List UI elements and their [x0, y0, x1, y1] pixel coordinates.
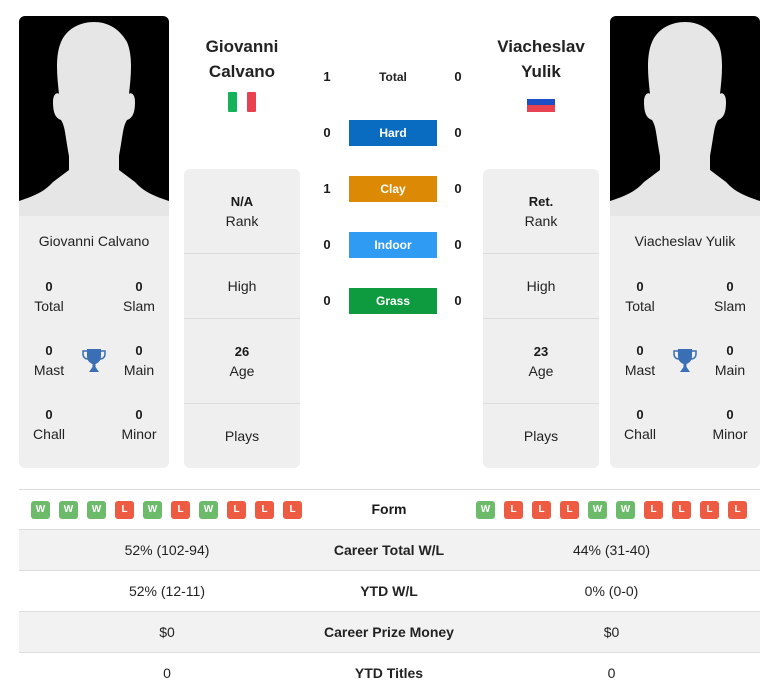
h2h-row-hard: 0 Hard 0: [315, 120, 475, 146]
player2-h2h-hard: 0: [454, 125, 462, 140]
player2-h2h-grass: 0: [454, 293, 462, 308]
form-win-badge[interactable]: W: [199, 501, 218, 519]
form-loss-badge[interactable]: L: [283, 501, 302, 519]
form-loss-badge[interactable]: L: [504, 501, 523, 519]
player2-name-link[interactable]: Viacheslav Yulik: [476, 34, 606, 84]
player1-full-name: Giovanni Calvano: [38, 233, 150, 249]
player2-high: High: [483, 254, 599, 319]
player2-stat-value: 44% (31-40): [572, 542, 651, 558]
player2-age: 23 Age: [483, 319, 599, 404]
player1-stat-value: 52% (12-11): [128, 583, 205, 599]
player1-titles-total: 0 Total: [34, 279, 64, 314]
silhouette-icon: [610, 22, 760, 216]
player2-rank: Ret. Rank: [483, 169, 599, 254]
h2h-row-indoor: 0 Indoor 0: [315, 232, 475, 258]
player2-titles-minor: 0 Minor: [712, 407, 748, 442]
player2-titles-total: 0 Total: [625, 279, 655, 314]
surface-total-label: Total: [379, 70, 407, 84]
form-loss-badge[interactable]: L: [115, 501, 134, 519]
russia-flag-icon: [527, 97, 555, 112]
player2-h2h-clay: 0: [454, 181, 462, 196]
form-win-badge[interactable]: W: [476, 501, 495, 519]
stat-row-ytd-wl: 52% (12-11) YTD W/L 0% (0-0): [19, 571, 760, 612]
player1-rank: N/A Rank: [184, 169, 300, 254]
player2-plays: Plays: [523, 428, 559, 444]
player1-h2h-clay: 1: [323, 181, 331, 196]
surface-grass-label[interactable]: Grass: [349, 288, 437, 314]
player2-h2h-indoor: 0: [454, 237, 462, 252]
form-label: Form: [371, 501, 407, 517]
player1-name-link[interactable]: Giovanni Calvano: [177, 34, 307, 84]
silhouette-icon: [19, 22, 169, 216]
surface-indoor-label[interactable]: Indoor: [349, 232, 437, 258]
player1-plays: Plays: [224, 428, 260, 444]
player1-titles-mast: 0 Mast: [33, 343, 65, 378]
form-loss-badge[interactable]: L: [255, 501, 274, 519]
form-loss-badge[interactable]: L: [560, 501, 579, 519]
surface-clay-label[interactable]: Clay: [349, 176, 437, 202]
stat-label: YTD W/L: [360, 583, 418, 599]
player1-stat-value: 52% (102-94): [124, 542, 210, 558]
form-loss-badge[interactable]: L: [227, 501, 246, 519]
player1-age: 26 Age: [184, 319, 300, 404]
player2-titles-chall: 0 Chall: [624, 407, 656, 442]
player1-h2h-grass: 0: [323, 293, 331, 308]
player2-titles-main: 0 Main: [714, 343, 746, 378]
form-loss-badge[interactable]: L: [700, 501, 719, 519]
form-win-badge[interactable]: W: [588, 501, 607, 519]
stat-row-career-prize-money: $0 Career Prize Money $0: [19, 612, 760, 653]
player2-photo: [610, 16, 760, 216]
form-loss-badge[interactable]: L: [672, 501, 691, 519]
player1-card: Giovanni Calvano 0 Total 0 Slam 0 Mast 0…: [19, 16, 169, 468]
player2-titles-mast: 0 Mast: [624, 343, 656, 378]
player2-h2h-total: 0: [454, 69, 462, 84]
form-win-badge[interactable]: W: [59, 501, 78, 519]
form-loss-badge[interactable]: L: [644, 501, 663, 519]
player1-titles-slam: 0 Slam: [123, 279, 155, 314]
player1-titles-minor: 0 Minor: [121, 407, 157, 442]
trophy-icon: [673, 349, 697, 372]
stat-label: Career Total W/L: [333, 542, 445, 558]
player2-full-name: Viacheslav Yulik: [634, 233, 736, 249]
player2-stat-value: 0: [607, 665, 616, 681]
trophy-icon: [82, 349, 106, 372]
stat-label: Career Prize Money: [324, 624, 454, 640]
player1-titles-main: 0 Main: [123, 343, 155, 378]
player2-stat-value: 0% (0-0): [584, 583, 639, 599]
player1-high: High: [184, 254, 300, 319]
player2-stat-value: $0: [603, 624, 620, 640]
form-loss-badge[interactable]: L: [728, 501, 747, 519]
player1-stat-value: 0: [163, 665, 171, 681]
player1-h2h-total: 1: [323, 69, 331, 84]
h2h-row-clay: 1 Clay 0: [315, 176, 475, 202]
player1-stat-value: $0: [159, 624, 175, 640]
form-win-badge[interactable]: W: [616, 501, 635, 519]
form-win-badge[interactable]: W: [87, 501, 106, 519]
player1-photo: [19, 16, 169, 216]
player2-titles-slam: 0 Slam: [714, 279, 746, 314]
surface-hard-label[interactable]: Hard: [349, 120, 437, 146]
player2-info: Ret. Rank High 23 Age Plays: [483, 169, 599, 468]
player1-info: N/A Rank High 26 Age Plays: [184, 169, 300, 468]
stat-label: YTD Titles: [354, 665, 424, 681]
italy-flag-icon: [228, 92, 256, 112]
form-row: WWWLWLWLLL Form WLLLWWLLLL: [19, 490, 760, 529]
player2-card: Viacheslav Yulik 0 Total 0 Slam 0 Mast 0…: [610, 16, 760, 468]
form-win-badge[interactable]: W: [143, 501, 162, 519]
h2h-row-grass: 0 Grass 0: [315, 288, 475, 314]
form-win-badge[interactable]: W: [31, 501, 50, 519]
stat-row-ytd-titles: 0 YTD Titles 0: [19, 653, 760, 694]
player1-titles-chall: 0 Chall: [33, 407, 65, 442]
stat-row-career-total-wl: 52% (102-94) Career Total W/L 44% (31-40): [19, 530, 760, 571]
form-loss-badge[interactable]: L: [171, 501, 190, 519]
h2h-row-total: 1 Total 0: [315, 64, 475, 90]
form-loss-badge[interactable]: L: [532, 501, 551, 519]
player1-h2h-hard: 0: [323, 125, 331, 140]
player1-h2h-indoor: 0: [323, 237, 331, 252]
